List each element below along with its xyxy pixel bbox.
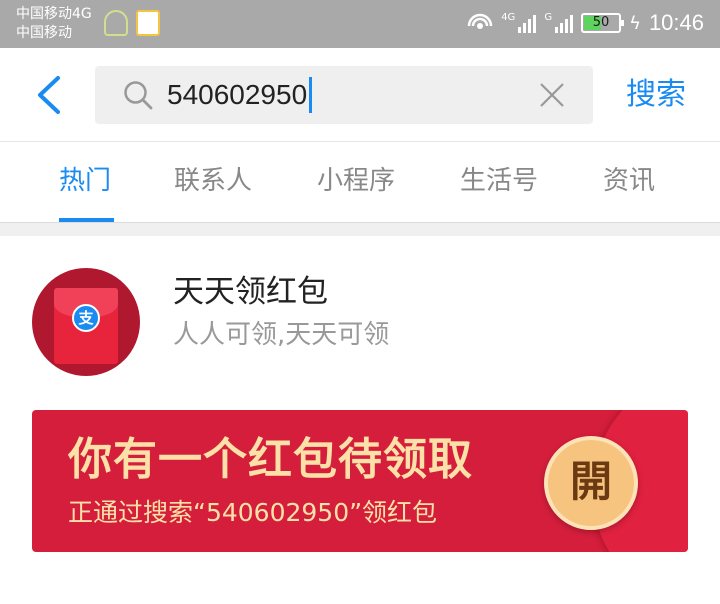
- section-divider: [0, 222, 720, 236]
- result-subtitle: 人人可领,天天可领: [173, 320, 390, 350]
- category-tabs: 热门 联系人 小程序 生活号 资讯: [0, 142, 720, 222]
- gallery-notification-icon: [136, 10, 160, 36]
- search-input[interactable]: 540602950: [95, 66, 593, 124]
- sim2-network-label: G: [544, 12, 553, 23]
- banner-subtitle: 正通过搜索“540602950”领红包: [68, 498, 438, 527]
- back-arrow-icon[interactable]: [30, 74, 70, 116]
- red-envelope-icon: 支: [54, 288, 118, 364]
- avatar[interactable]: 支: [32, 268, 140, 376]
- sim1-network-label: 4G: [501, 12, 516, 23]
- search-button[interactable]: 搜索: [626, 76, 686, 114]
- banner-title: 你有一个红包待领取: [68, 434, 473, 485]
- carrier-line-2: 中国移动: [16, 25, 72, 41]
- search-result: 支 天天领红包 人人可领,天天可领 你有一个红包待领取 正通过搜索“540602…: [0, 236, 720, 604]
- result-title[interactable]: 天天领红包: [173, 272, 328, 312]
- carrier-info: 中国移动4G 中国移动: [16, 5, 92, 43]
- hotspot-icon: [467, 13, 493, 29]
- headset-notification-icon: [104, 10, 128, 36]
- text-cursor: [309, 76, 313, 113]
- status-bar: 中国移动4G 中国移动 4G G 50 ϟ 10:46: [0, 0, 720, 48]
- sim1-signal-icon: 4G: [501, 12, 537, 33]
- battery-level: 50: [592, 15, 610, 30]
- carrier-line-1: 中国移动4G: [16, 6, 92, 22]
- search-query-text: 540602950: [167, 79, 308, 110]
- red-packet-banner[interactable]: 你有一个红包待领取 正通过搜索“540602950”领红包 開: [32, 410, 688, 552]
- tab-news[interactable]: 资讯: [603, 164, 655, 198]
- tab-life-accounts[interactable]: 生活号: [460, 164, 538, 198]
- notification-icons: [104, 10, 160, 36]
- search-header: 540602950 搜索: [0, 48, 720, 142]
- battery-icon: 50: [581, 13, 625, 33]
- status-time: 10:46: [648, 10, 704, 35]
- tab-contacts[interactable]: 联系人: [174, 164, 252, 198]
- status-icons: 4G G 50 ϟ 10:46: [467, 8, 704, 38]
- search-query[interactable]: 540602950: [167, 76, 313, 115]
- charging-icon: ϟ: [629, 12, 641, 34]
- search-icon: [124, 81, 153, 110]
- tab-mini-programs[interactable]: 小程序: [317, 164, 395, 198]
- tab-hot[interactable]: 热门: [59, 164, 111, 198]
- clear-icon[interactable]: [539, 82, 565, 108]
- alipay-logo: 支: [72, 304, 100, 332]
- sim2-signal-icon: G: [544, 12, 574, 33]
- open-red-packet-button[interactable]: 開: [544, 436, 638, 530]
